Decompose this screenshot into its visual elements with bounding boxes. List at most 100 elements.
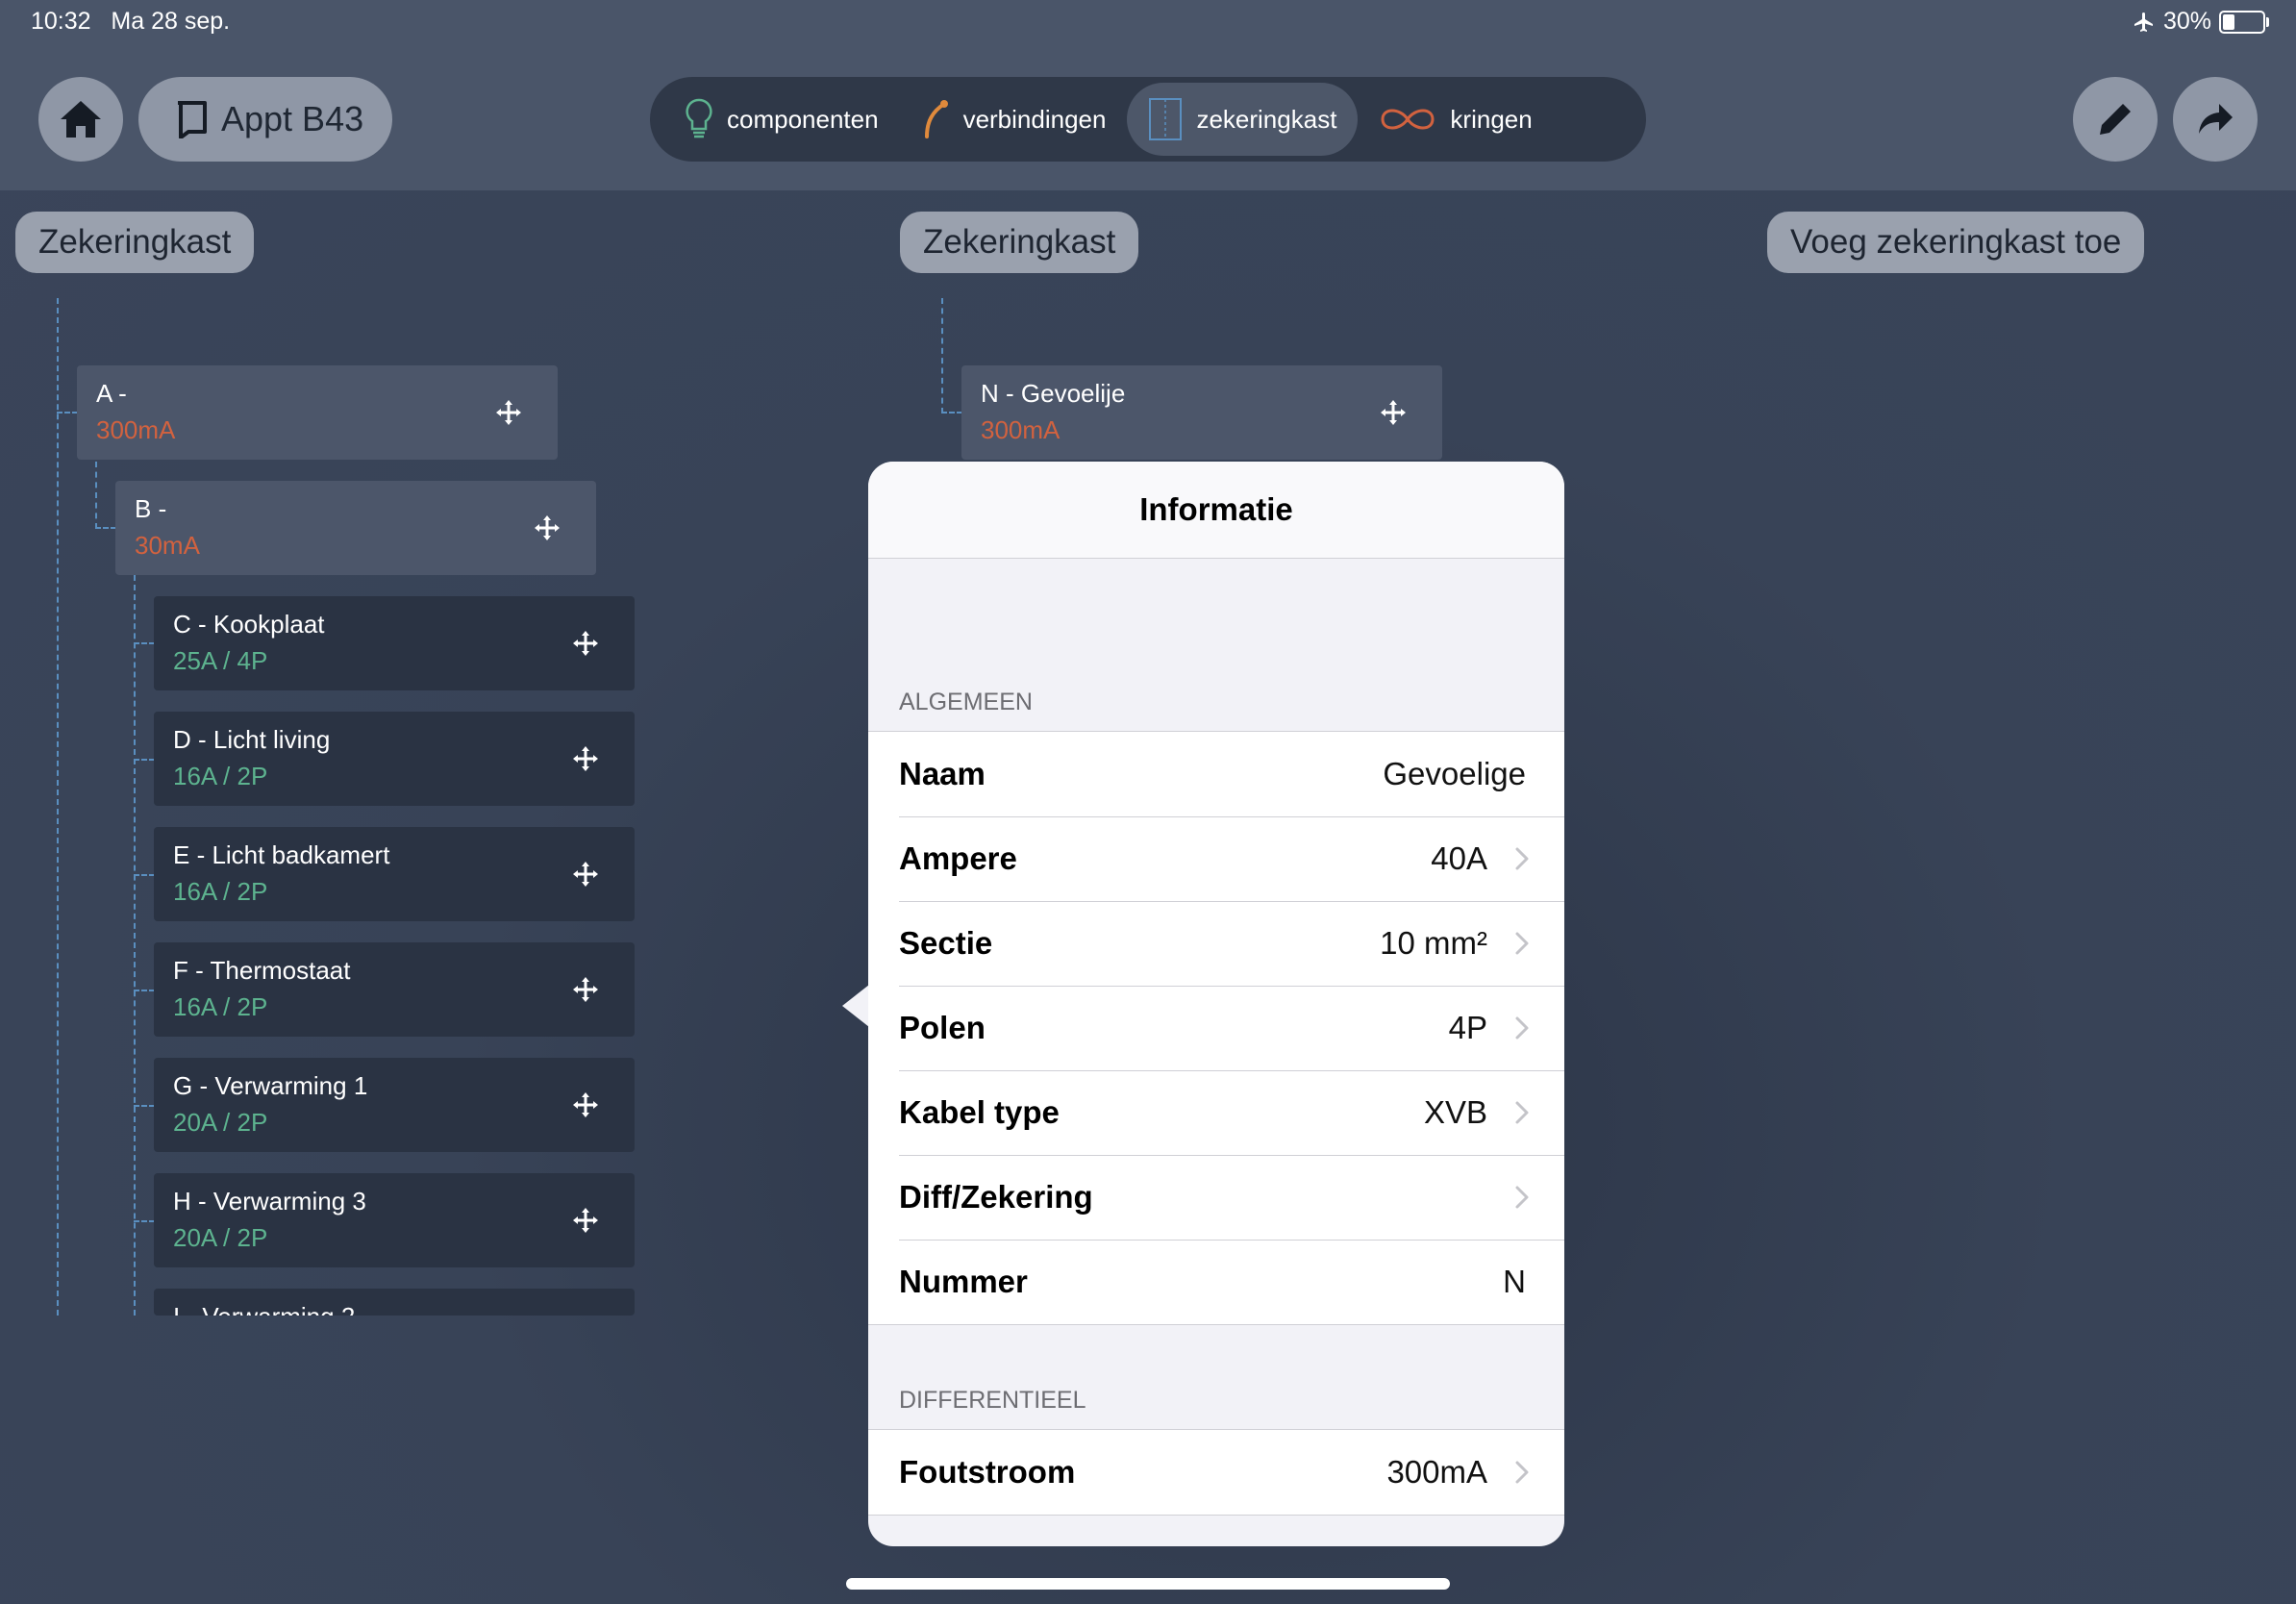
popover-arrow: [842, 985, 869, 1027]
date: Ma 28 sep.: [111, 8, 231, 35]
info-row-polen[interactable]: Polen 4P: [868, 986, 1564, 1070]
tab-label: zekeringkast: [1196, 104, 1337, 134]
fuse-title: H - Verwarming 3: [173, 1187, 366, 1216]
move-icon[interactable]: [494, 398, 523, 427]
chevron-right-icon: [1515, 932, 1529, 955]
infinity-icon: [1381, 109, 1435, 130]
fuse-title: I - Verwarming 2: [173, 1302, 355, 1316]
fuse-value: 20A / 2P: [173, 1223, 268, 1252]
tree-line: [134, 642, 155, 644]
tab-zekeringkast[interactable]: zekeringkast: [1127, 83, 1359, 156]
airplane-icon: [2134, 12, 2153, 32]
fuse-card[interactable]: F - Thermostaat 16A / 2P: [154, 942, 635, 1037]
battery-percentage: 30%: [2162, 8, 2211, 35]
cable-icon: [924, 100, 948, 138]
project-label: Appt B43: [221, 99, 364, 138]
fuse-value: 30mA: [135, 531, 200, 560]
fuse-value: 25A / 4P: [173, 646, 268, 675]
clock: 10:32: [31, 8, 91, 35]
tab-verbindingen[interactable]: verbindingen: [900, 83, 1128, 156]
row-value: 40A: [1431, 840, 1487, 876]
chip-label: Zekeringkast: [38, 223, 232, 261]
row-value: 300mA: [1386, 1454, 1487, 1490]
home-button[interactable]: [38, 77, 123, 162]
tree-line: [57, 298, 59, 1316]
project-button[interactable]: Appt B43: [138, 77, 392, 162]
info-popover: Informatie ALGEMEEN Naam Gevoelige Ampere 4…: [868, 462, 1564, 1546]
section-general-label: ALGEMEEN: [899, 689, 1033, 715]
tree-line: [95, 462, 97, 529]
fuse-card[interactable]: G - Verwarming 1 20A / 2P: [154, 1058, 635, 1152]
move-icon[interactable]: [533, 514, 562, 542]
mode-tabs: componenten verbindingen zekeringkast kr…: [650, 77, 1646, 162]
fuse-card[interactable]: H - Verwarming 3 20A / 2P: [154, 1173, 635, 1267]
tree-line: [134, 874, 155, 876]
pencil-icon: [2100, 104, 2131, 135]
lightbulb-icon: [686, 98, 712, 138]
fuse-title: B -: [135, 494, 167, 523]
home-icon: [61, 101, 101, 138]
tab-label: verbindingen: [962, 104, 1107, 134]
middle-fusebox-chip[interactable]: Zekeringkast: [900, 212, 1139, 273]
info-row-kabel-type[interactable]: Kabel type XVB: [868, 1070, 1564, 1155]
tab-componenten[interactable]: componenten: [663, 83, 900, 156]
fuse-card[interactable]: A - 300mA: [77, 365, 558, 460]
fuse-card[interactable]: E - Licht badkamert 16A / 2P: [154, 827, 635, 921]
move-icon[interactable]: [571, 1090, 600, 1119]
row-value: N: [1503, 1264, 1526, 1299]
edit-button[interactable]: [2073, 77, 2158, 162]
fuse-title: F - Thermostaat: [173, 956, 351, 985]
row-label: Nummer: [899, 1264, 1028, 1299]
fuse-title: A -: [96, 379, 127, 408]
info-row-sectie[interactable]: Sectie 10 mm²: [868, 901, 1564, 986]
row-label: Sectie: [899, 925, 993, 961]
fuse-title: E - Licht badkamert: [173, 840, 390, 869]
fuse-value: 16A / 2P: [173, 762, 268, 790]
info-row-ampere[interactable]: Ampere 40A: [868, 816, 1564, 901]
fuse-value: 20A / 2P: [173, 1108, 268, 1137]
move-icon[interactable]: [1379, 398, 1408, 427]
fuse-title: C - Kookplaat: [173, 610, 325, 639]
fuse-title: G - Verwarming 1: [173, 1071, 368, 1100]
tree-line: [941, 412, 962, 414]
chip-label: Zekeringkast: [923, 223, 1116, 261]
chevron-right-icon: [1515, 1016, 1529, 1040]
fuse-card[interactable]: D - Licht living 16A / 2P: [154, 712, 635, 806]
general-rows: Naam Gevoelige Ampere 40A Sectie 10 mm² Polen 4…: [868, 731, 1564, 1325]
row-value: 4P: [1448, 1010, 1487, 1045]
fuse-card[interactable]: C - Kookplaat 25A / 4P: [154, 596, 635, 690]
left-fusebox-chip[interactable]: Zekeringkast: [15, 212, 255, 273]
chip-label: Voeg zekeringkast toe: [1790, 223, 2122, 261]
move-icon[interactable]: [571, 1206, 600, 1235]
tree-line: [95, 527, 116, 529]
row-value: 10 mm²: [1380, 925, 1487, 961]
move-icon[interactable]: [571, 629, 600, 658]
info-row-nummer: Nummer N: [868, 1240, 1564, 1324]
move-icon[interactable]: [571, 744, 600, 773]
share-button[interactable]: [2173, 77, 2258, 162]
tree-line: [941, 298, 943, 414]
tree-line: [134, 1105, 155, 1107]
fuse-card[interactable]: B - 30mA: [115, 481, 596, 575]
move-icon[interactable]: [571, 975, 600, 1004]
info-row-diff-zekering[interactable]: Diff/Zekering: [868, 1155, 1564, 1240]
chevron-right-icon: [1515, 1101, 1529, 1124]
tree-line: [134, 990, 155, 991]
row-label: Polen: [899, 1010, 986, 1045]
add-fusebox-button[interactable]: Voeg zekeringkast toe: [1767, 212, 2145, 273]
chevron-right-icon: [1515, 1461, 1529, 1484]
bookmark-icon: [178, 101, 207, 138]
fuse-card-n[interactable]: N - Gevoelije 300mA: [961, 365, 1442, 460]
popover-title: Informatie: [868, 462, 1564, 559]
section-diff-label: DIFFERENTIEEL: [899, 1387, 1086, 1414]
row-label: Kabel type: [899, 1094, 1060, 1130]
row-label: Foutstroom: [899, 1454, 1076, 1490]
chevron-right-icon: [1515, 1186, 1529, 1209]
info-row-foutstroom[interactable]: Foutstroom 300mA: [868, 1430, 1564, 1515]
home-indicator[interactable]: [846, 1578, 1450, 1590]
share-arrow-icon: [2199, 104, 2233, 134]
fuse-value: 300mA: [96, 415, 176, 444]
move-icon[interactable]: [571, 860, 600, 889]
fuse-card[interactable]: I - Verwarming 2: [154, 1289, 635, 1316]
tab-kringen[interactable]: kringen: [1358, 83, 1553, 156]
